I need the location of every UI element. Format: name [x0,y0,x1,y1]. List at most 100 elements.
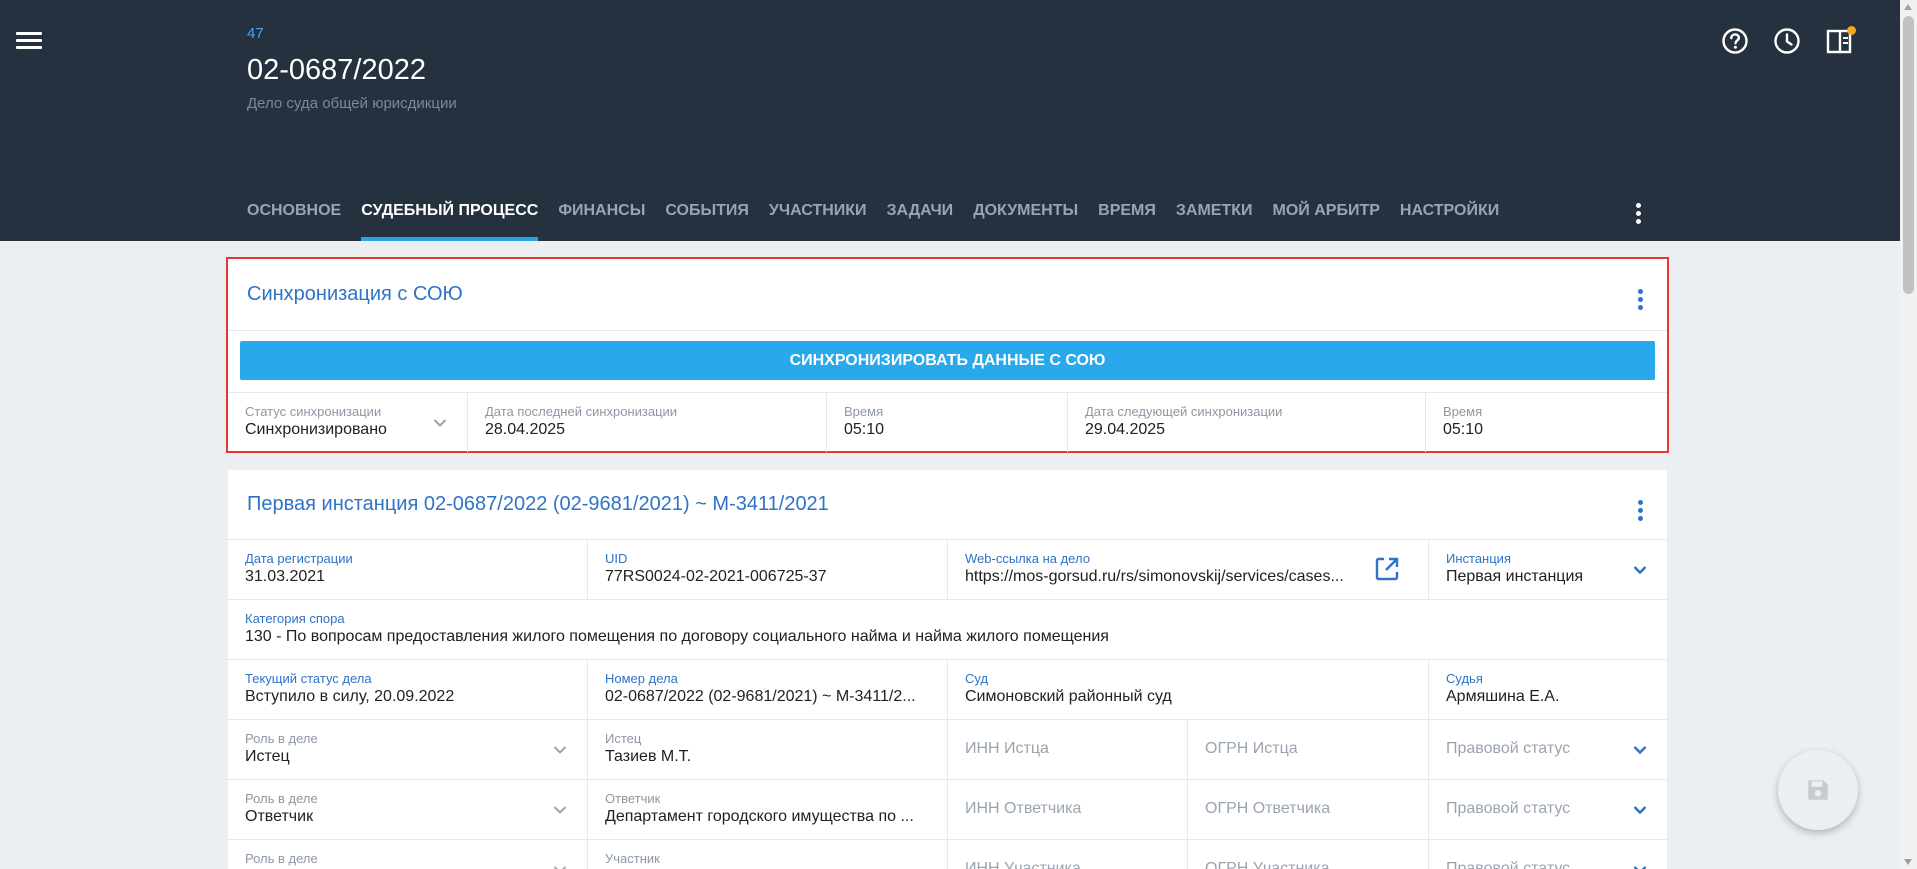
ogrn-field[interactable]: ОГРН Ответчика [1188,780,1429,839]
tab-settings[interactable]: НАСТРОЙКИ [1400,196,1499,241]
party-value: Департамент городского имущества по ... [605,808,914,825]
party-name-field[interactable]: Участник [588,840,948,869]
case-id[interactable]: 47 [247,25,264,42]
legal-status-placeholder: Правовой статус [1446,740,1571,757]
next-sync-date-label: Дата следующей синхронизации [1085,404,1283,419]
tab-tasks[interactable]: ЗАДАЧИ [887,196,954,241]
chevron-down-icon [553,802,567,816]
save-icon [1808,780,1828,800]
role-value: Истец [245,748,290,765]
party-label: Ответчик [605,791,661,806]
top-toolbar [1720,26,1856,56]
web-link-label: Web-ссылка на дело [965,551,1090,566]
chevron-down-icon [553,862,567,869]
tab-documents[interactable]: ДОКУМЕНТЫ [973,196,1078,241]
instance-value: Первая инстанция [1446,568,1584,585]
inn-field[interactable]: ИНН Истца [948,720,1188,779]
court-label: Суд [965,671,989,686]
case-status-label: Текущий статус дела [245,671,372,686]
ogrn-placeholder: ОГРН Ответчика [1205,800,1331,817]
party-name-field[interactable]: Истец Тазиев М.Т. [588,720,948,779]
scroll-down-icon[interactable] [1904,859,1912,865]
next-sync-date-field[interactable]: Дата следующей синхронизации 29.04.2025 [1068,393,1426,452]
last-sync-time-field[interactable]: Время 05:10 [827,393,1068,452]
tab-events[interactable]: СОБЫТИЯ [665,196,749,241]
uid-field[interactable]: UID 77RS0024-02-2021-006725-37 [588,540,948,599]
category-value: 130 - По вопросам предоставления жилого … [245,628,1109,645]
chevron-down-icon [553,742,567,756]
tab-main[interactable]: ОСНОВНОЕ [247,196,341,241]
history-icon[interactable] [1772,26,1802,56]
tab-court-process[interactable]: СУДЕБНЫЙ ПРОЦЕСС [361,196,539,241]
role-select[interactable]: Роль в деле Истец [228,720,588,779]
sync-more-icon[interactable] [1635,286,1645,310]
last-sync-time-label: Время [844,404,884,419]
category-field[interactable]: Категория спора 130 - По вопросам предос… [228,600,1667,659]
ogrn-field[interactable]: ОГРН Истца [1188,720,1429,779]
role-label: Роль в деле [245,851,318,866]
save-button[interactable] [1778,750,1858,830]
instance-row-1: Дата регистрации 31.03.2021 UID 77RS0024… [228,540,1667,600]
inn-field[interactable]: ИНН Участника [948,840,1188,869]
party-row: Роль в деле Ответчик Ответчик Департамен… [228,780,1667,840]
web-link-field[interactable]: Web-ссылка на дело https://mos-gorsud.ru… [948,540,1429,599]
open-external-icon[interactable] [1374,556,1400,582]
legal-status-placeholder: Правовой статус [1446,860,1571,869]
role-select[interactable]: Роль в деле Ответчик [228,780,588,839]
instance-select[interactable]: Инстанция Первая инстанция [1429,540,1667,599]
legal-status-select[interactable]: Правовой статус [1429,840,1667,869]
legal-status-select[interactable]: Правовой статус [1429,720,1667,779]
sync-status-label: Статус синхронизации [245,404,382,419]
last-sync-time-value: 05:10 [844,421,885,438]
ogrn-placeholder: ОГРН Участника [1205,860,1330,869]
court-field[interactable]: Суд Симоновский районный суд [948,660,1429,719]
tab-my-arbiter[interactable]: МОЙ АРБИТР [1273,196,1380,241]
page-subtitle: Дело суда общей юрисдикции [247,95,457,112]
inn-field[interactable]: ИНН Ответчика [948,780,1188,839]
judge-value: Армяшина Е.А. [1446,688,1560,705]
reg-date-field[interactable]: Дата регистрации 31.03.2021 [228,540,588,599]
menu-icon[interactable] [14,28,44,54]
tab-bar: ОСНОВНОЕ СУДЕБНЫЙ ПРОЦЕСС ФИНАНСЫ СОБЫТИ… [247,196,1519,241]
sync-info-row: Статус синхронизации Синхронизировано Да… [228,393,1667,452]
chevron-down-icon [433,415,447,429]
sync-button-row: СИНХРОНИЗИРОВАТЬ ДАННЫЕ С СОЮ [228,331,1667,393]
instance-more-icon[interactable] [1635,497,1645,521]
inn-placeholder: ИНН Ответчика [965,800,1082,817]
chevron-down-icon [1633,862,1647,869]
instance-row-2: Текущий статус дела Вступило в силу, 20.… [228,660,1667,720]
chevron-down-icon [1633,742,1647,756]
last-sync-date-field[interactable]: Дата последней синхронизации 28.04.2025 [468,393,827,452]
party-label: Участник [605,851,660,866]
scrollbar-thumb[interactable] [1903,16,1914,294]
page-title: 02-0687/2022 [247,54,426,86]
case-number-field[interactable]: Номер дела 02-0687/2022 (02-9681/2021) ~… [588,660,948,719]
case-status-field[interactable]: Текущий статус дела Вступило в силу, 20.… [228,660,588,719]
party-name-field[interactable]: Ответчик Департамент городского имуществ… [588,780,948,839]
legal-status-select[interactable]: Правовой статус [1429,780,1667,839]
vertical-scrollbar[interactable] [1900,0,1917,869]
party-row: Роль в деле Участник ИНН Участника ОГРН … [228,840,1667,869]
tab-participants[interactable]: УЧАСТНИКИ [769,196,867,241]
next-sync-time-field[interactable]: Время 05:10 [1426,393,1667,452]
case-number-value: 02-0687/2022 (02-9681/2021) ~ М-3411/2..… [605,688,916,705]
tab-notes[interactable]: ЗАМЕТКИ [1176,196,1253,241]
chevron-down-icon [1633,562,1647,576]
scroll-up-icon[interactable] [1904,4,1912,10]
last-sync-date-value: 28.04.2025 [485,421,566,438]
ogrn-field[interactable]: ОГРН Участника [1188,840,1429,869]
role-value: Ответчик [245,808,314,825]
role-select[interactable]: Роль в деле [228,840,588,869]
reg-date-label: Дата регистрации [245,551,353,566]
panel-icon[interactable] [1824,26,1856,56]
next-sync-time-label: Время [1443,404,1483,419]
instance-row-category: Категория спора 130 - По вопросам предос… [228,600,1667,660]
judge-field[interactable]: Судья Армяшина Е.А. [1429,660,1667,719]
tab-time[interactable]: ВРЕМЯ [1098,196,1156,241]
tab-finance[interactable]: ФИНАНСЫ [558,196,645,241]
app-header: 47 02-0687/2022 Дело суда общей юрисдикц… [0,0,1900,241]
sync-status-select[interactable]: Статус синхронизации Синхронизировано [228,393,468,452]
sync-data-button[interactable]: СИНХРОНИЗИРОВАТЬ ДАННЫЕ С СОЮ [240,341,1655,380]
tabs-more-icon[interactable] [1628,200,1648,224]
help-icon[interactable] [1720,26,1750,56]
